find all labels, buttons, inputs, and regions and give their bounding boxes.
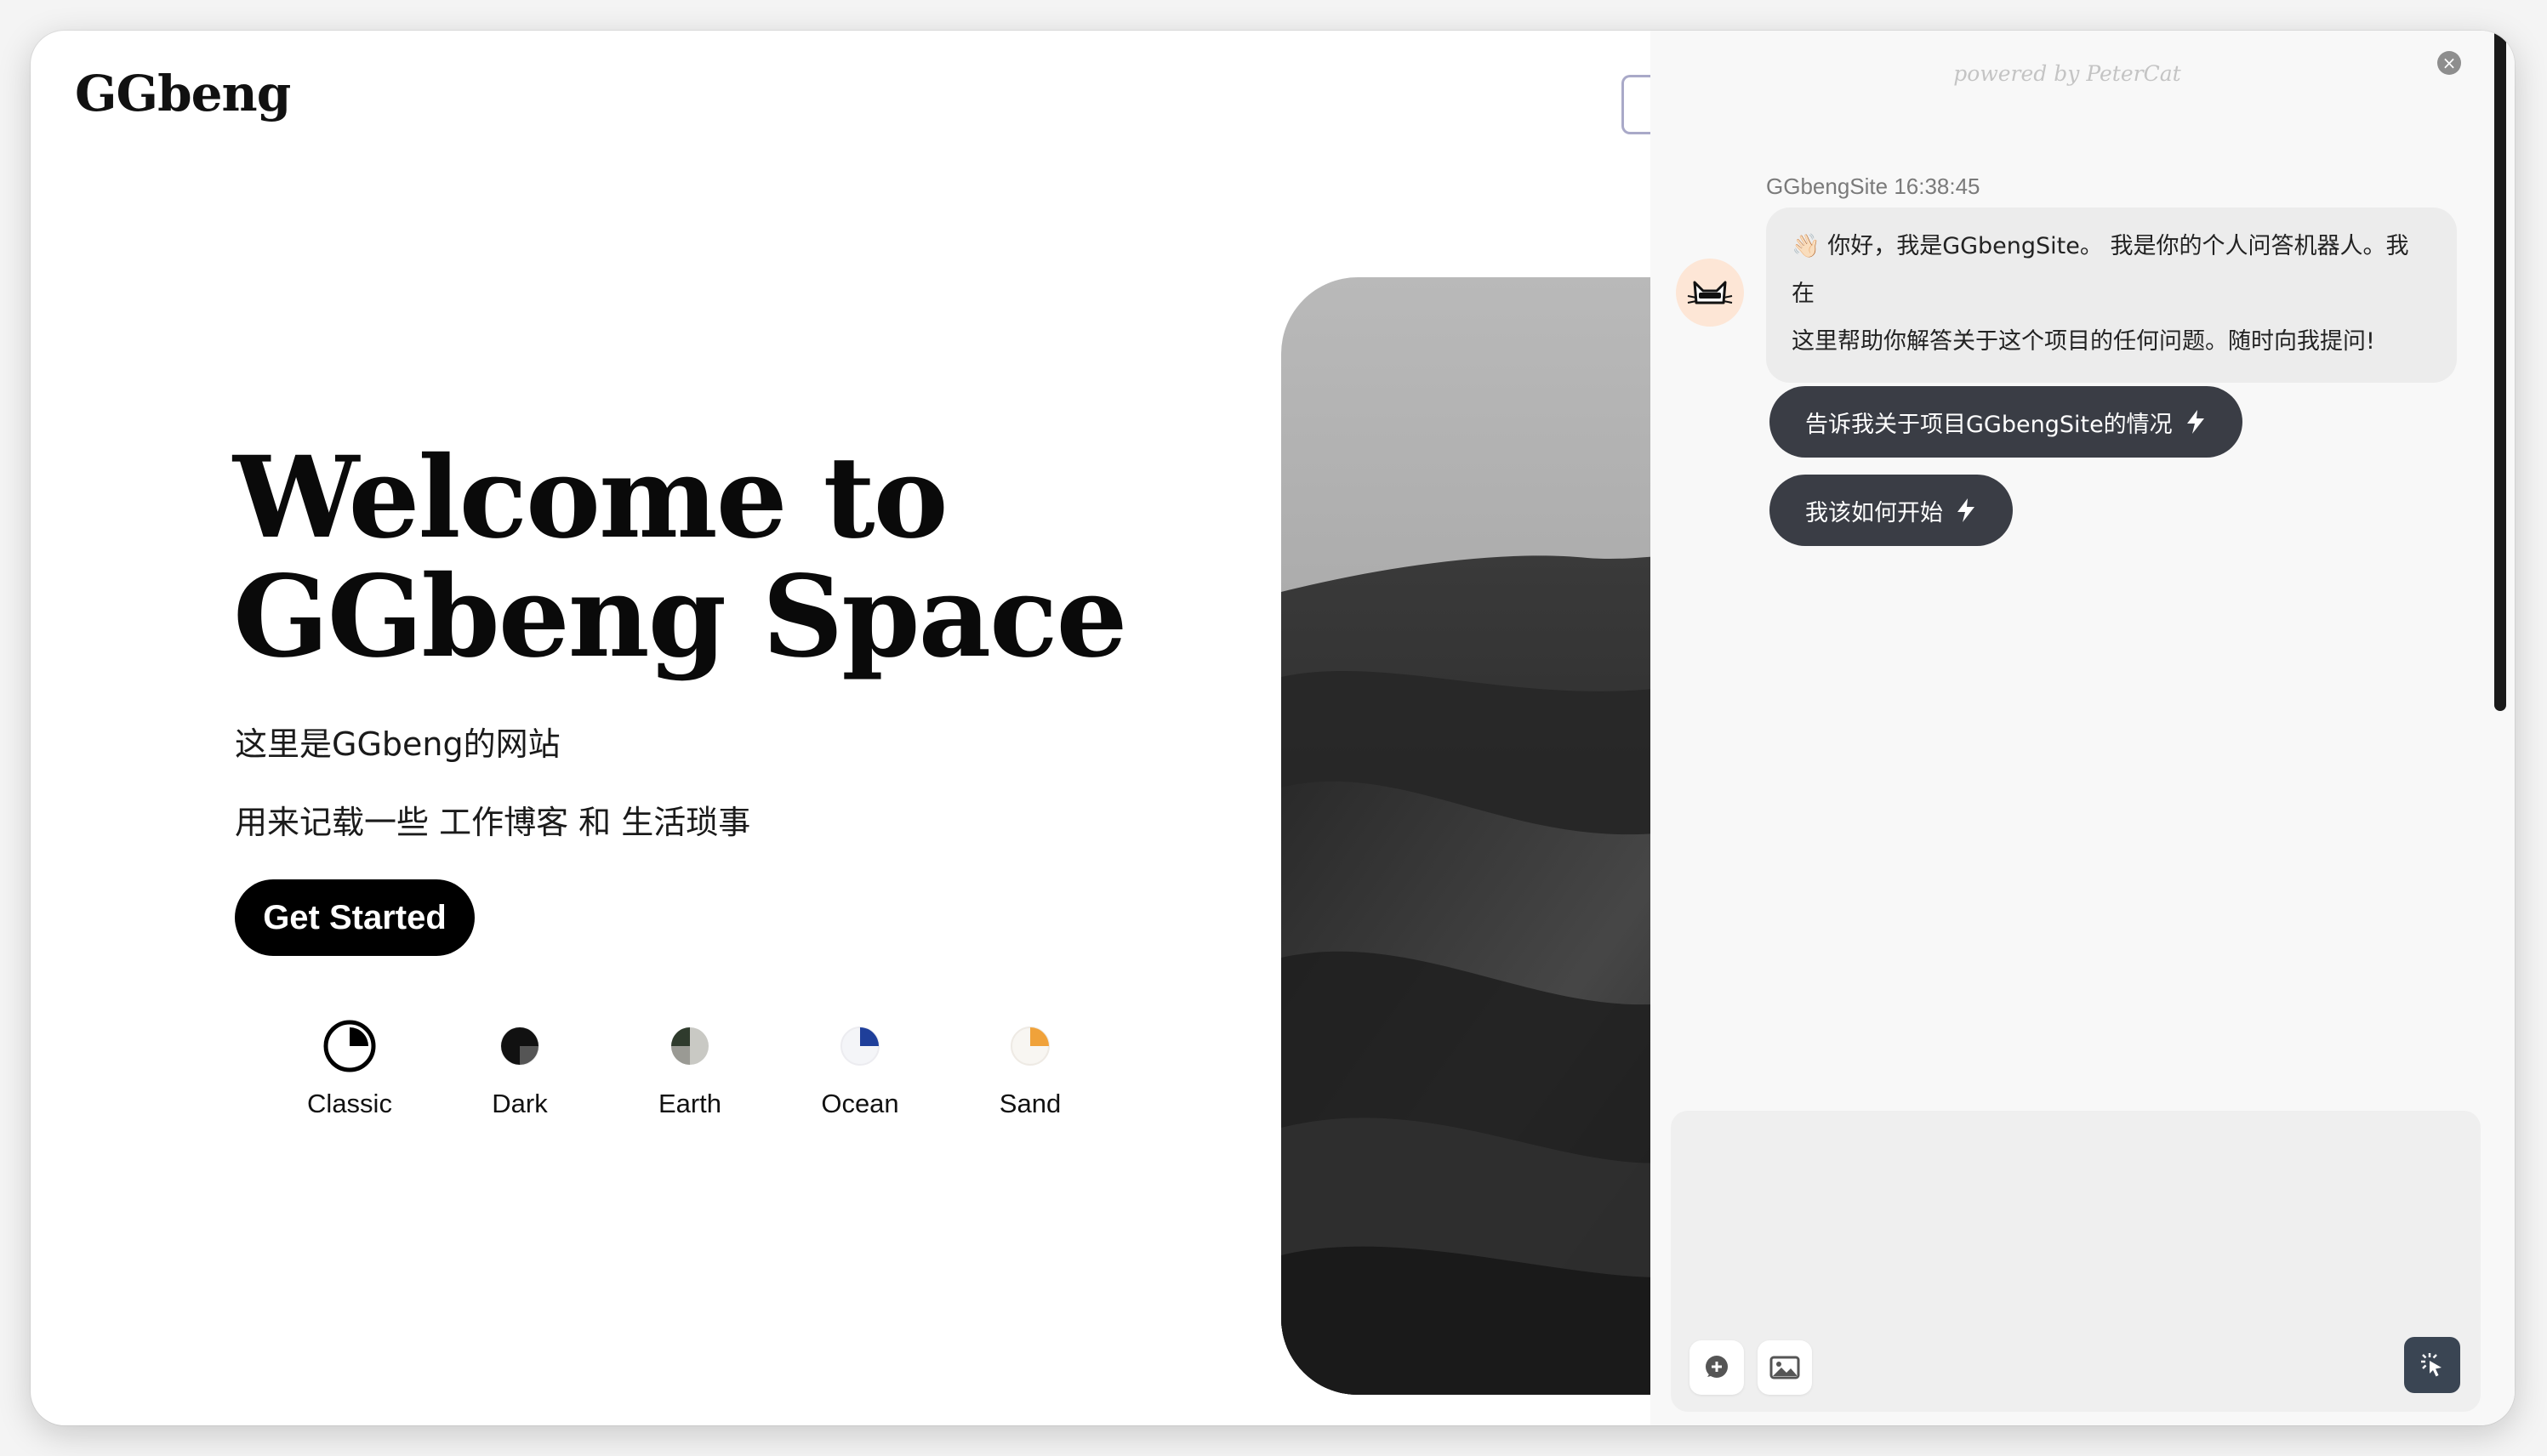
hero-title-line2: GGbeng Space <box>233 551 1127 683</box>
close-chat-button[interactable]: × <box>2437 51 2461 75</box>
cat-avatar-icon <box>1687 281 1733 304</box>
close-icon: × <box>2442 53 2457 73</box>
lightning-icon <box>1957 498 1974 522</box>
message-line: 这里帮助你解答关于这个项目的任何问题。随时向我提问! <box>1792 328 2375 355</box>
scrollbar[interactable] <box>2494 31 2506 711</box>
hero-title-line1: Welcome to <box>233 432 949 564</box>
chat-panel: powered by PeterCat × GGbengSite 16:38:4… <box>1650 31 2515 1425</box>
suggestion-project-info[interactable]: 告诉我关于项目GGbengSite的情况 <box>1769 386 2242 458</box>
bot-message-bubble: 👋🏻 你好，我是GGbengSite。 我是你的个人问答机器人。我在 这里帮助你… <box>1766 208 2457 383</box>
ocean-theme-icon <box>833 1019 887 1073</box>
theme-option-sand[interactable]: Sand <box>945 1019 1115 1119</box>
theme-label: Sand <box>999 1089 1062 1118</box>
earth-theme-icon <box>663 1019 717 1073</box>
classic-theme-icon <box>322 1019 377 1073</box>
theme-switcher: Classic Dark Earth Ocean Sand <box>265 1019 1115 1119</box>
hero-subtitle-1: 这里是GGbeng的网站 <box>235 725 561 763</box>
suggestion-label: 告诉我关于项目GGbengSite的情况 <box>1805 411 2173 438</box>
powered-by-label: powered by PeterCat <box>1953 61 2181 86</box>
browser-window: GGbeng Welcome to GGbeng Space 这里是GGbeng… <box>31 31 2515 1425</box>
suggestion-get-started[interactable]: 我该如何开始 <box>1769 475 2013 546</box>
dark-theme-icon <box>493 1019 547 1073</box>
sparkle-cursor-icon <box>2421 1353 2442 1377</box>
message-line: 👋🏻 你好，我是GGbengSite。 我是你的个人问答机器人。我在 <box>1792 233 2409 307</box>
suggestion-label: 我该如何开始 <box>1805 499 1943 526</box>
send-button[interactable] <box>2404 1337 2460 1393</box>
theme-label: Earth <box>658 1089 722 1118</box>
get-started-button[interactable]: Get Started <box>235 879 475 956</box>
lightning-icon <box>2186 410 2204 434</box>
theme-label: Dark <box>492 1089 548 1118</box>
image-icon <box>1769 1356 1800 1379</box>
new-chat-button[interactable] <box>1689 1340 1744 1395</box>
message-composer <box>1671 1111 2481 1412</box>
hero-subtitle-2: 用来记载一些 工作博客 和 生活琐事 <box>235 804 751 841</box>
bot-avatar <box>1676 259 1744 327</box>
message-sender: GGbengSite 16:38:45 <box>1766 173 1980 199</box>
sand-theme-icon <box>1003 1019 1057 1073</box>
theme-option-ocean[interactable]: Ocean <box>775 1019 945 1119</box>
message-input[interactable] <box>1691 1131 2460 1322</box>
theme-option-dark[interactable]: Dark <box>435 1019 605 1119</box>
hero-title: Welcome to GGbeng Space <box>233 439 1127 677</box>
upload-image-button[interactable] <box>1758 1340 1812 1395</box>
theme-label: Ocean <box>821 1089 899 1118</box>
add-message-icon <box>1706 1356 1728 1378</box>
theme-option-earth[interactable]: Earth <box>605 1019 775 1119</box>
theme-option-classic[interactable]: Classic <box>265 1019 435 1119</box>
site-logo[interactable]: GGbeng <box>75 65 291 122</box>
theme-label: Classic <box>307 1089 392 1118</box>
